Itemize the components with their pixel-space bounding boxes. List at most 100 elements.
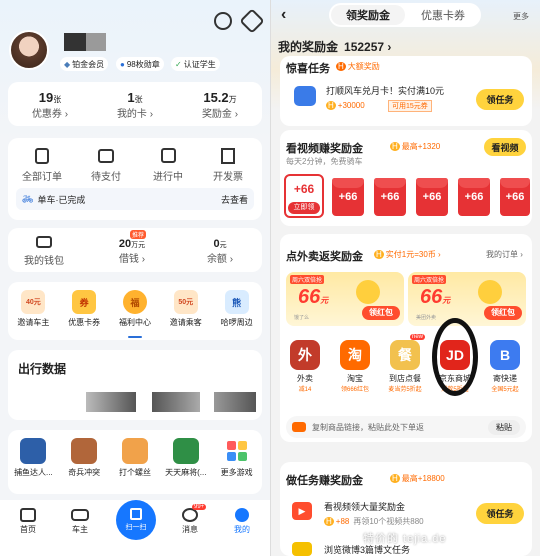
coupon-tag: 可用15元券: [388, 100, 432, 112]
coupons-stat[interactable]: 19张 优惠券 ›: [12, 90, 88, 120]
game-fishing[interactable]: 捕鱼达人...: [8, 438, 59, 478]
stats-card: 19张 优惠券 › 1张 我的卡 › 15.2万 奖励金 ›: [8, 82, 262, 126]
tab-me[interactable]: 我的: [222, 508, 262, 535]
member-badge[interactable]: ◆ 铂金会员: [60, 57, 109, 71]
play-video-icon: ▶: [292, 502, 312, 520]
weibo-icon: [292, 542, 312, 556]
home-icon: [20, 508, 36, 522]
takeout-card: 点外卖返奖励金 H 实付1元=30币 › 我的订单 › 周六双倍抢 66元 饿了么…: [280, 234, 532, 442]
claim-coupon-button[interactable]: 领红包: [484, 306, 522, 320]
paste-button[interactable]: 粘贴: [488, 419, 520, 435]
tasks-title: 做任务赚奖励金: [286, 475, 363, 487]
invoice-icon: [221, 148, 235, 164]
video-card: 看视频赚奖励金 H 最高+1320 每天2分钟，免费骑车 看视频 +66 立即领 …: [280, 130, 532, 226]
surprise-title: 惊喜任务: [286, 63, 330, 75]
takeout-rate[interactable]: H 实付1元=30币 ›: [374, 249, 441, 260]
app-express[interactable]: B 寄快递 全国5元起: [480, 340, 530, 393]
coin-icon: 福: [122, 290, 147, 314]
game-icon: [71, 438, 98, 464]
my-reward-balance[interactable]: 我的奖励金 152257 ›: [278, 38, 391, 55]
more-games[interactable]: 更多游戏: [211, 438, 262, 478]
merch[interactable]: 熊哈啰周边: [211, 290, 262, 328]
paste-link-bar[interactable]: 复制商品链接，粘贴此处下单返 粘贴: [286, 416, 526, 438]
medal-badge[interactable]: ● 98枚勋章: [116, 57, 164, 71]
gift-icon: 40元: [21, 290, 46, 314]
app-dine-in[interactable]: new 餐到店点餐 麦当劳5折起: [380, 334, 430, 393]
cards-stat[interactable]: 1张 我的卡 ›: [97, 90, 173, 120]
order-list-icon: [35, 148, 49, 164]
borrow-money[interactable]: 推荐 20万元 借钱 ›: [102, 230, 162, 265]
game-soldier[interactable]: 奇兵冲突: [59, 438, 110, 478]
scan-icon: [130, 508, 142, 520]
taobao-icon: 淘: [340, 340, 370, 370]
scan-button[interactable]: 扫一扫: [116, 500, 156, 540]
reward-envelope[interactable]: +66: [374, 178, 406, 216]
app-taobao[interactable]: 淘淘宝 领666红包: [330, 340, 380, 393]
app-jd[interactable]: JD 京东商城 爆款5折起: [430, 318, 480, 396]
student-badge[interactable]: ✓ 认证学生: [171, 57, 220, 71]
food-icon: 餐: [390, 340, 420, 370]
headset-icon[interactable]: [214, 12, 232, 30]
reward-envelope[interactable]: +66: [416, 178, 448, 216]
all-orders[interactable]: 全部订单: [12, 148, 72, 183]
game-screw[interactable]: 打个螺丝: [110, 438, 161, 478]
grid-icon: [224, 438, 250, 464]
my-orders-link[interactable]: 我的订单 ›: [486, 249, 523, 260]
game-mahjong[interactable]: 天天麻将(...: [160, 438, 211, 478]
wallet-icon: [36, 236, 52, 248]
tab-driver[interactable]: 车主: [60, 508, 100, 535]
tab-coupons[interactable]: 优惠卡券: [407, 5, 479, 25]
reward-envelope[interactable]: +66: [458, 178, 490, 216]
video-max: H 最高+1320: [390, 142, 441, 151]
tab-messages[interactable]: 99+ 消息: [170, 504, 210, 535]
redacted-stat: [214, 392, 256, 412]
invoice[interactable]: 开发票: [198, 148, 258, 183]
tab-home[interactable]: 首页: [8, 508, 48, 535]
new-badge: new: [410, 334, 426, 340]
reward-envelope[interactable]: +66: [500, 178, 530, 216]
mascot-icon: 熊: [224, 290, 249, 314]
invite-passenger[interactable]: 50元 邀请乘客: [160, 290, 211, 328]
car-icon: [71, 509, 89, 521]
pending-payment[interactable]: 待支付: [76, 148, 136, 183]
game-icon: [172, 438, 199, 464]
welfare-center[interactable]: 福福利中心: [110, 290, 161, 328]
view-button[interactable]: 去查看: [221, 193, 248, 206]
travel-data-title: 出行数据: [18, 362, 67, 376]
video-sub: 每天2分钟，免费骑车: [286, 157, 363, 166]
back-icon[interactable]: ‹: [281, 6, 286, 24]
bike-status-row[interactable]: 🚲︎ 单车·已完成 去查看: [16, 188, 254, 210]
page-indicator: [128, 336, 142, 338]
reward-envelope[interactable]: +66: [332, 178, 364, 216]
reward-stat[interactable]: 15.2万 奖励金 ›: [182, 90, 258, 120]
in-progress[interactable]: 进行中: [138, 148, 198, 183]
orders-card: 全部订单 待支付 进行中 开发票 🚲︎ 单车·已完成 去查看: [8, 138, 262, 220]
surprise-item: 打顺风车兑月卡！实付满10元: [326, 86, 445, 96]
my-wallet[interactable]: 我的钱包: [14, 234, 74, 267]
more-link[interactable]: 更多: [513, 11, 529, 22]
watch-video-button[interactable]: 看视频: [484, 138, 526, 156]
claim-task-button[interactable]: 领任务: [476, 89, 524, 110]
person-icon: [235, 508, 249, 522]
tab-rewards[interactable]: 领奖励金: [331, 5, 405, 25]
coupons-service[interactable]: 券优惠卡券: [59, 290, 110, 328]
settings-icon[interactable]: [239, 8, 265, 34]
link-icon: [292, 422, 306, 432]
eleme-coupon[interactable]: 周六双倍抢 66元 饿了么 领红包: [286, 272, 404, 326]
takeout-icon: 外: [290, 340, 320, 370]
invite-driver[interactable]: 40元 邀请车主: [8, 290, 59, 328]
meituan-coupon[interactable]: 周六双倍抢 66元 美团外卖 领红包: [408, 272, 526, 326]
redacted-username: [86, 33, 106, 51]
claim-task-button[interactable]: 领任务: [476, 503, 524, 524]
coupon-icon: 券: [72, 290, 97, 314]
game-icon: [121, 438, 148, 464]
reward-envelope-active[interactable]: +66 立即领: [284, 174, 324, 218]
duck-mascot-icon: [356, 280, 380, 304]
task-reward: H +88 再领10个视频共880: [324, 517, 424, 526]
unread-badge: 99+: [192, 504, 207, 510]
profile-screen: ◆ 铂金会员 ● 98枚勋章 ✓ 认证学生 19张 优惠券 › 1张 我的卡 › 15.2…: [0, 0, 270, 556]
avatar[interactable]: [9, 30, 49, 70]
app-takeout[interactable]: 外外卖 减14: [280, 340, 330, 393]
balance[interactable]: 0元 余额 ›: [190, 234, 250, 265]
claim-coupon-button[interactable]: 领红包: [362, 306, 400, 320]
